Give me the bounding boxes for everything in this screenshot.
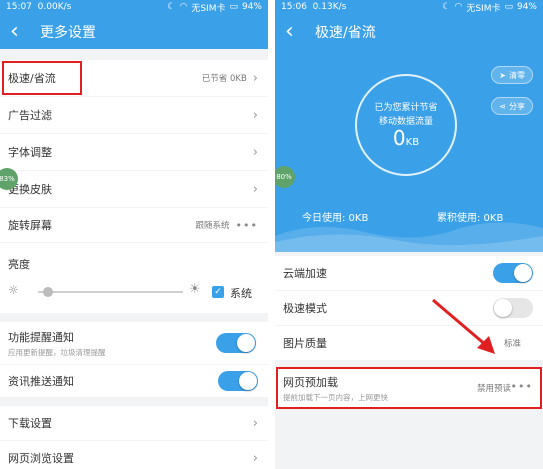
chevron-right-icon: ›: [252, 107, 258, 123]
clear-button[interactable]: ➤ 清零: [491, 66, 533, 84]
chevron-right-icon: ›: [252, 144, 258, 160]
send-icon: ➤: [499, 70, 506, 80]
page-title: 极速/省流: [315, 24, 376, 41]
share-icon: ⋖: [499, 101, 506, 111]
savings-unit: KB: [405, 137, 420, 148]
floating-ball-value: 80%: [276, 173, 292, 181]
feature-notify-toggle[interactable]: [216, 333, 256, 353]
chevron-right-icon: ›: [252, 70, 258, 86]
sun-bright-icon: ☀: [189, 282, 201, 297]
share-button[interactable]: ⋖ 分享: [491, 97, 533, 115]
settings-item-label: 更换皮肤: [8, 183, 52, 196]
more-settings-screen: 15:07 0.00K/s ☾ ◠ 无SIM卡 ▭ 94% ‹ 更多设置 极速/…: [0, 0, 268, 469]
chevron-right-icon: ›: [252, 450, 258, 466]
more-dots-icon: •••: [235, 218, 258, 232]
settings-item-web-browse[interactable]: 网页浏览设置 ›: [0, 441, 268, 469]
settings-item-download[interactable]: 下载设置 ›: [0, 406, 268, 440]
moon-icon: ☾: [167, 2, 176, 12]
clear-button-label: 清零: [509, 70, 525, 80]
settings-item-font-adjust[interactable]: 字体调整 ›: [0, 134, 268, 170]
status-bar: 15:07 0.00K/s ☾ ◠ 无SIM卡 ▭ 94%: [0, 0, 268, 14]
system-brightness-checkbox[interactable]: ✓: [212, 286, 224, 298]
settings-item-label: 网页浏览设置: [8, 452, 74, 465]
settings-item-label: 下载设置: [8, 417, 52, 430]
settings-item-label: 旋转屏幕: [8, 219, 52, 232]
settings-item-label: 资讯推送通知: [8, 375, 74, 388]
status-time: 15:07: [6, 2, 32, 12]
settings-item-cloud-accel: 云端加速: [275, 256, 543, 290]
savings-caption-line1: 已为您累计节省: [374, 103, 438, 113]
carrier-label: 无SIM卡: [191, 3, 226, 14]
savings-value: 0: [392, 126, 406, 150]
page-title: 更多设置: [40, 24, 96, 41]
net-speed: 0.00K/s: [37, 2, 72, 12]
settings-item-label: 广告过滤: [8, 109, 52, 122]
settings-item-label: 亮度: [8, 258, 30, 271]
rotate-screen-value: 跟随系统: [195, 221, 230, 231]
settings-item-news-push: 资讯推送通知: [0, 365, 268, 397]
savings-caption-line2: 移动数据流量: [378, 117, 433, 127]
floating-ball-value: 83%: [0, 175, 15, 183]
status-bar: 15:06 0.13K/s ☾ ◠ 无SIM卡 ▭ 94%: [275, 0, 543, 14]
settings-item-rotate-screen[interactable]: 旋转屏幕 跟随系统 •••: [0, 208, 268, 242]
news-push-toggle[interactable]: [218, 371, 258, 391]
saved-amount: 已节省 0KB: [201, 74, 247, 84]
battery-level: 94%: [241, 2, 262, 12]
settings-item-ad-filter[interactable]: 广告过滤 ›: [0, 97, 268, 133]
brightness-slider-handle[interactable]: [43, 287, 53, 297]
brightness-slider[interactable]: [38, 291, 183, 293]
annotation-arrow-icon: [432, 298, 495, 354]
settings-item-brightness: 亮度 ☼ ☀ ✓ 系统: [0, 243, 268, 313]
speed-saving-screen: 15:06 0.13K/s ☾ ◠ 无SIM卡 ▭ 94% ‹ 极速/省流 已为…: [275, 0, 543, 469]
settings-item-label: 字体调整: [8, 146, 52, 159]
status-time: 15:06: [281, 2, 307, 12]
battery-icon: ▭: [504, 2, 513, 12]
cloud-accel-toggle[interactable]: [493, 263, 533, 283]
highlight-box: [276, 367, 542, 409]
wifi-icon: ◠: [454, 2, 463, 12]
moon-icon: ☾: [442, 2, 451, 12]
back-arrow-icon[interactable]: ‹: [10, 20, 34, 43]
settings-item-feature-notify: 功能提醒通知 应用更新提醒，垃圾清理提醒: [0, 322, 268, 364]
title-bar: ‹ 极速/省流: [275, 14, 543, 49]
system-brightness-label: 系统: [230, 287, 252, 300]
net-speed: 0.13K/s: [312, 2, 347, 12]
chevron-right-icon: ›: [252, 415, 258, 431]
highlight-box: [2, 61, 82, 95]
share-button-label: 分享: [509, 101, 525, 111]
carrier-label: 无SIM卡: [466, 3, 501, 14]
settings-item-label: 云端加速: [283, 267, 327, 280]
settings-item-label: 功能提醒通知: [8, 330, 74, 344]
settings-item-change-skin[interactable]: 更换皮肤 ›: [0, 171, 268, 207]
title-bar: ‹ 更多设置: [0, 14, 268, 49]
image-quality-value: 标准: [503, 339, 521, 349]
battery-icon: ▭: [229, 2, 238, 12]
sun-dim-icon: ☼: [8, 283, 19, 297]
chevron-right-icon: ›: [252, 181, 258, 197]
back-arrow-icon[interactable]: ‹: [285, 20, 309, 43]
battery-level: 94%: [516, 2, 537, 12]
savings-dashboard: 已为您累计节省 移动数据流量 0KB ➤ 清零 ⋖ 分享 今日使用: 0KB 累积使…: [275, 49, 543, 252]
wave-decoration: [275, 222, 543, 252]
wifi-icon: ◠: [179, 2, 188, 12]
settings-item-subtitle: 应用更新提醒，垃圾清理提醒: [8, 347, 106, 357]
